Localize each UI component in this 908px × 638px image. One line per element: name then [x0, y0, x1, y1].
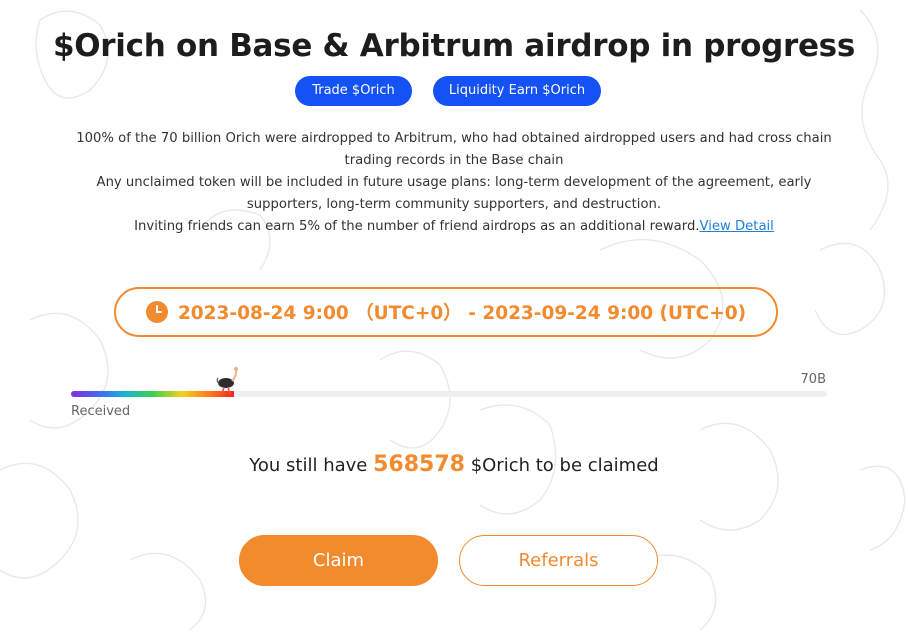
progress-received-label: Received	[71, 404, 131, 419]
claim-status-message: You still have 568578 $Orich to be claim…	[0, 452, 908, 477]
airdrop-description: 100% of the 70 billion Orich were airdro…	[60, 128, 848, 238]
airdrop-period-text: 2023-08-24 9:00 （UTC+0） - 2023-09-24 9:0…	[177, 303, 747, 324]
description-line-2: Any unclaimed token will be included in …	[96, 175, 812, 212]
description-line-3-text: Inviting friends can earn 5% of the numb…	[134, 219, 700, 234]
claim-prefix: You still have	[249, 455, 368, 476]
progress-max-label: 70B	[800, 372, 826, 387]
claimable-amount: 568578	[373, 452, 465, 477]
trade-orich-button[interactable]: Trade $Orich	[295, 76, 412, 106]
claim-button[interactable]: Claim	[239, 535, 438, 586]
airdrop-period-box: 2023-08-24 9:00 （UTC+0） - 2023-09-24 9:0…	[114, 287, 778, 337]
liquidity-earn-button[interactable]: Liquidity Earn $Orich	[433, 76, 601, 106]
referrals-button[interactable]: Referrals	[459, 535, 658, 586]
clock-icon	[145, 301, 168, 323]
view-detail-link[interactable]: View Detail	[700, 219, 774, 234]
description-line-3: Inviting friends can earn 5% of the numb…	[60, 216, 848, 238]
description-line-1: 100% of the 70 billion Orich were airdro…	[76, 131, 832, 168]
claim-suffix: $Orich to be claimed	[470, 455, 659, 476]
page-title: $Orich on Base & Arbitrum airdrop in pro…	[52, 28, 855, 64]
ostrich-icon	[216, 367, 238, 395]
progress-fill	[71, 391, 234, 397]
airdrop-progress-bar	[71, 391, 827, 397]
